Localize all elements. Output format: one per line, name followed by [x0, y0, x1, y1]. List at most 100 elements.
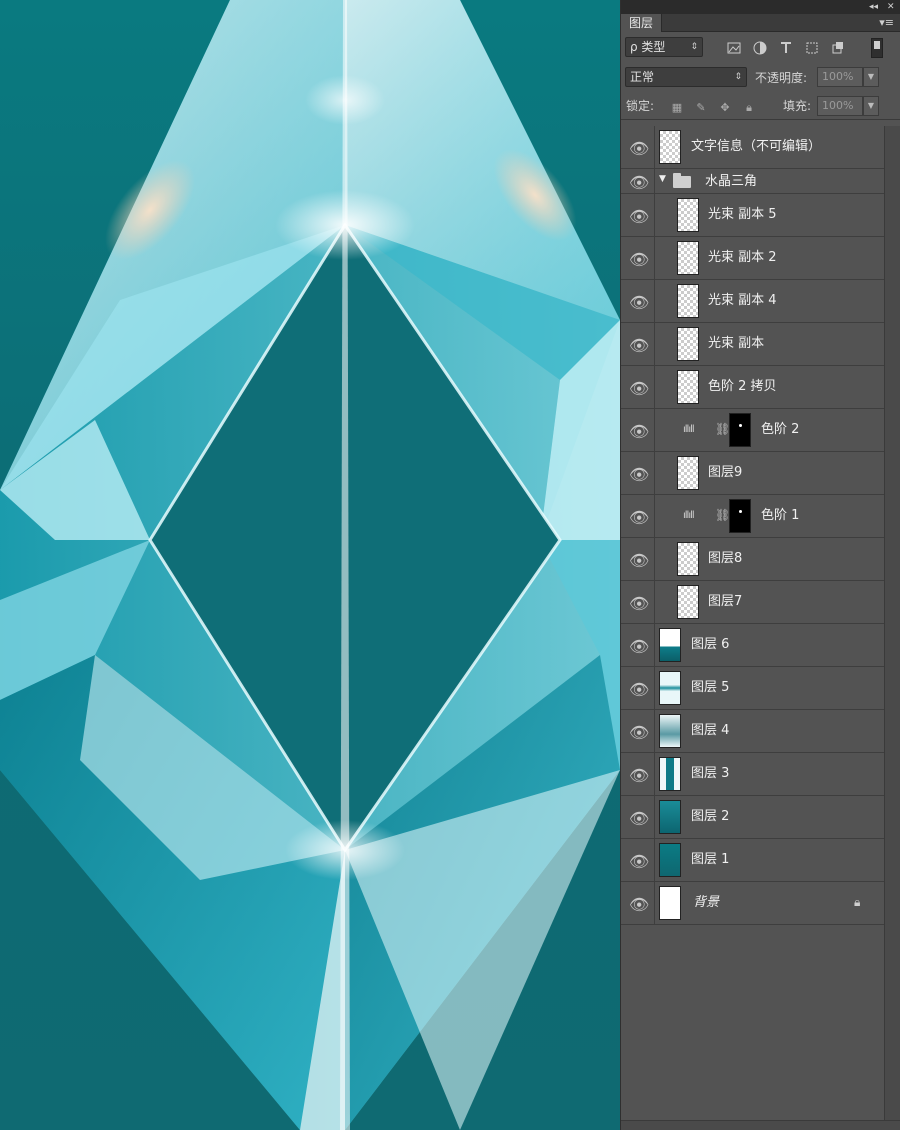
layer-row[interactable]: 👁︎ 光束 副本 4: [621, 280, 884, 323]
blend-mode-select[interactable]: 正常 ⇕: [625, 67, 747, 87]
layer-name: 水晶三角: [705, 174, 758, 189]
panel-footer: [621, 1120, 900, 1130]
layer-row[interactable]: 👁︎ 图层 2: [621, 796, 884, 839]
eye-icon[interactable]: 👁︎: [629, 207, 649, 226]
lock-all-icon[interactable]: 🔒︎: [743, 102, 755, 114]
layer-row[interactable]: 👁︎ 图层 4: [621, 710, 884, 753]
fill-label: 填充:: [783, 99, 812, 113]
lock-move-icon[interactable]: ✥: [719, 102, 731, 114]
filter-adjustment-icon[interactable]: [753, 41, 767, 55]
eye-icon[interactable]: 👁︎: [629, 139, 649, 158]
panel-tabbar: 图层 ▾≡: [621, 14, 900, 32]
eye-icon[interactable]: 👁︎: [629, 723, 649, 742]
filter-shape-icon[interactable]: [805, 41, 819, 55]
layer-row[interactable]: 👁︎ 色阶 2 拷贝: [621, 366, 884, 409]
layer-row[interactable]: 👁︎ 图层 5: [621, 667, 884, 710]
eye-icon[interactable]: 👁︎: [629, 336, 649, 355]
fill-field[interactable]: 100%: [817, 96, 863, 116]
layer-thumbnail: [677, 327, 699, 361]
filter-kind-select[interactable]: ρ 类型 ⇕: [625, 37, 703, 57]
layer-row[interactable]: 👁︎ 光束 副本 5: [621, 194, 884, 237]
layers-panel: ◂◂ ✕ 图层 ▾≡ ρ 类型 ⇕ 正常 ⇕ 不透明度: 100% ▼ 锁定: …: [620, 0, 900, 1130]
eye-icon[interactable]: 👁︎: [629, 766, 649, 785]
crystal-artwork: [0, 0, 620, 1130]
layer-thumbnail: [677, 241, 699, 275]
adjustment-layer-row[interactable]: 👁︎ ıllıll ⛓︎ 色阶 2: [621, 409, 884, 452]
layer-name: 背景: [693, 895, 720, 910]
layer-group-row[interactable]: 👁︎ ▼ 水晶三角: [621, 169, 884, 194]
chain-icon[interactable]: ⛓︎: [715, 508, 730, 522]
folder-icon: [673, 173, 691, 188]
filter-row: ρ 类型 ⇕: [621, 32, 900, 62]
layer-row[interactable]: 👁︎ 图层7: [621, 581, 884, 624]
close-icon[interactable]: ✕: [887, 0, 895, 14]
layer-row[interactable]: 👁︎ 图层8: [621, 538, 884, 581]
blend-row: 正常 ⇕ 不透明度: 100% ▼: [621, 62, 900, 92]
layer-name: 图层 1: [691, 852, 730, 867]
document-canvas[interactable]: [0, 0, 620, 1130]
layer-row[interactable]: 👁︎ 图层 1: [621, 839, 884, 882]
eye-icon[interactable]: 👁︎: [629, 379, 649, 398]
adjustment-layer-row[interactable]: 👁︎ ıllıll ⛓︎ 色阶 1: [621, 495, 884, 538]
eye-icon[interactable]: 👁︎: [629, 293, 649, 312]
eye-icon[interactable]: 👁︎: [629, 250, 649, 269]
levels-icon: ıllıll: [683, 510, 695, 521]
eye-icon[interactable]: 👁︎: [629, 680, 649, 699]
opacity-field[interactable]: 100%: [817, 67, 863, 87]
layer-name: 光束 副本 4: [708, 293, 777, 308]
expand-arrow-icon[interactable]: ▼: [659, 174, 666, 184]
layer-row[interactable]: 👁︎ 光束 副本 2: [621, 237, 884, 280]
lock-transparent-icon[interactable]: ▦: [671, 102, 683, 114]
panel-titlebar: ◂◂ ✕: [621, 0, 900, 14]
filter-smartobject-icon[interactable]: [831, 41, 845, 55]
layer-row[interactable]: 👁︎ 图层 6: [621, 624, 884, 667]
eye-icon[interactable]: 👁︎: [629, 809, 649, 828]
layer-name: 图层 6: [691, 637, 730, 652]
layer-name: 图层 4: [691, 723, 730, 738]
lock-row: 锁定: ▦ ✎ ✥ 🔒︎ 填充: 100% ▼: [621, 92, 900, 120]
layer-thumbnail: [677, 284, 699, 318]
layer-row[interactable]: 👁︎ 图层9: [621, 452, 884, 495]
layer-row[interactable]: 👁︎ 文字信息（不可编辑）: [621, 126, 884, 169]
layer-mask-thumbnail: [729, 499, 751, 533]
layer-thumbnail: [659, 130, 681, 164]
tab-layers[interactable]: 图层: [621, 14, 663, 32]
background-layer-row[interactable]: 👁︎ 背景 🔒︎: [621, 882, 884, 925]
layer-thumbnail: [659, 800, 681, 834]
filter-toggle[interactable]: [871, 38, 883, 58]
layer-thumbnail: [659, 714, 681, 748]
eye-icon[interactable]: 👁︎: [629, 637, 649, 656]
lock-brush-icon[interactable]: ✎: [695, 102, 707, 114]
filter-kind-label: ρ 类型: [630, 40, 666, 54]
panel-menu-icon[interactable]: ▾≡: [879, 14, 894, 32]
chain-icon[interactable]: ⛓︎: [715, 422, 730, 436]
levels-icon: ıllıll: [683, 424, 695, 435]
eye-icon[interactable]: 👁︎: [629, 594, 649, 613]
layer-thumbnail: [677, 456, 699, 490]
eye-icon[interactable]: 👁︎: [629, 852, 649, 871]
layer-name: 色阶 2 拷贝: [708, 379, 777, 394]
layer-thumbnail: [659, 671, 681, 705]
layer-thumbnail: [659, 757, 681, 791]
layer-name: 图层 3: [691, 766, 730, 781]
eye-icon[interactable]: 👁︎: [629, 551, 649, 570]
eye-icon[interactable]: 👁︎: [629, 422, 649, 441]
layer-thumbnail: [659, 843, 681, 877]
opacity-dropdown-icon[interactable]: ▼: [863, 67, 879, 87]
layer-name: 文字信息（不可编辑）: [691, 139, 822, 154]
layers-scrollbar[interactable]: [884, 126, 900, 1120]
layer-name: 色阶 2: [761, 422, 800, 437]
eye-icon[interactable]: 👁︎: [629, 895, 649, 914]
layer-row[interactable]: 👁︎ 光束 副本: [621, 323, 884, 366]
lock-icon: 🔒︎: [854, 895, 861, 909]
layer-name: 色阶 1: [761, 508, 800, 523]
eye-icon[interactable]: 👁︎: [629, 508, 649, 527]
filter-pixel-icon[interactable]: [727, 41, 741, 55]
collapse-icon[interactable]: ◂◂: [869, 0, 878, 14]
lock-label: 锁定:: [626, 99, 655, 113]
fill-dropdown-icon[interactable]: ▼: [863, 96, 879, 116]
eye-icon[interactable]: 👁︎: [629, 173, 649, 192]
eye-icon[interactable]: 👁︎: [629, 465, 649, 484]
layer-row[interactable]: 👁︎ 图层 3: [621, 753, 884, 796]
filter-type-icon[interactable]: [779, 41, 793, 55]
